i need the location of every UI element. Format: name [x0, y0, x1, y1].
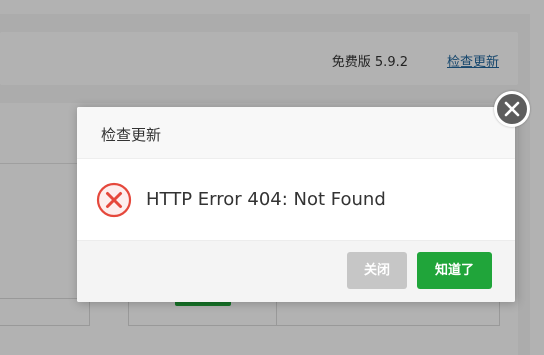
close-icon[interactable]	[494, 91, 530, 127]
dialog-body: HTTP Error 404: Not Found	[77, 160, 515, 240]
dialog-header: 检查更新	[77, 107, 515, 159]
dialog-footer: 关闭 知道了	[77, 240, 515, 302]
error-x-icon	[96, 182, 132, 218]
close-button[interactable]: 关闭	[347, 252, 407, 289]
error-message: HTTP Error 404: Not Found	[146, 189, 386, 210]
update-dialog: 检查更新 HTTP Error 404: Not Found 关闭 知道了	[77, 107, 515, 302]
dialog-title: 检查更新	[101, 126, 162, 144]
ok-button[interactable]: 知道了	[417, 252, 492, 289]
